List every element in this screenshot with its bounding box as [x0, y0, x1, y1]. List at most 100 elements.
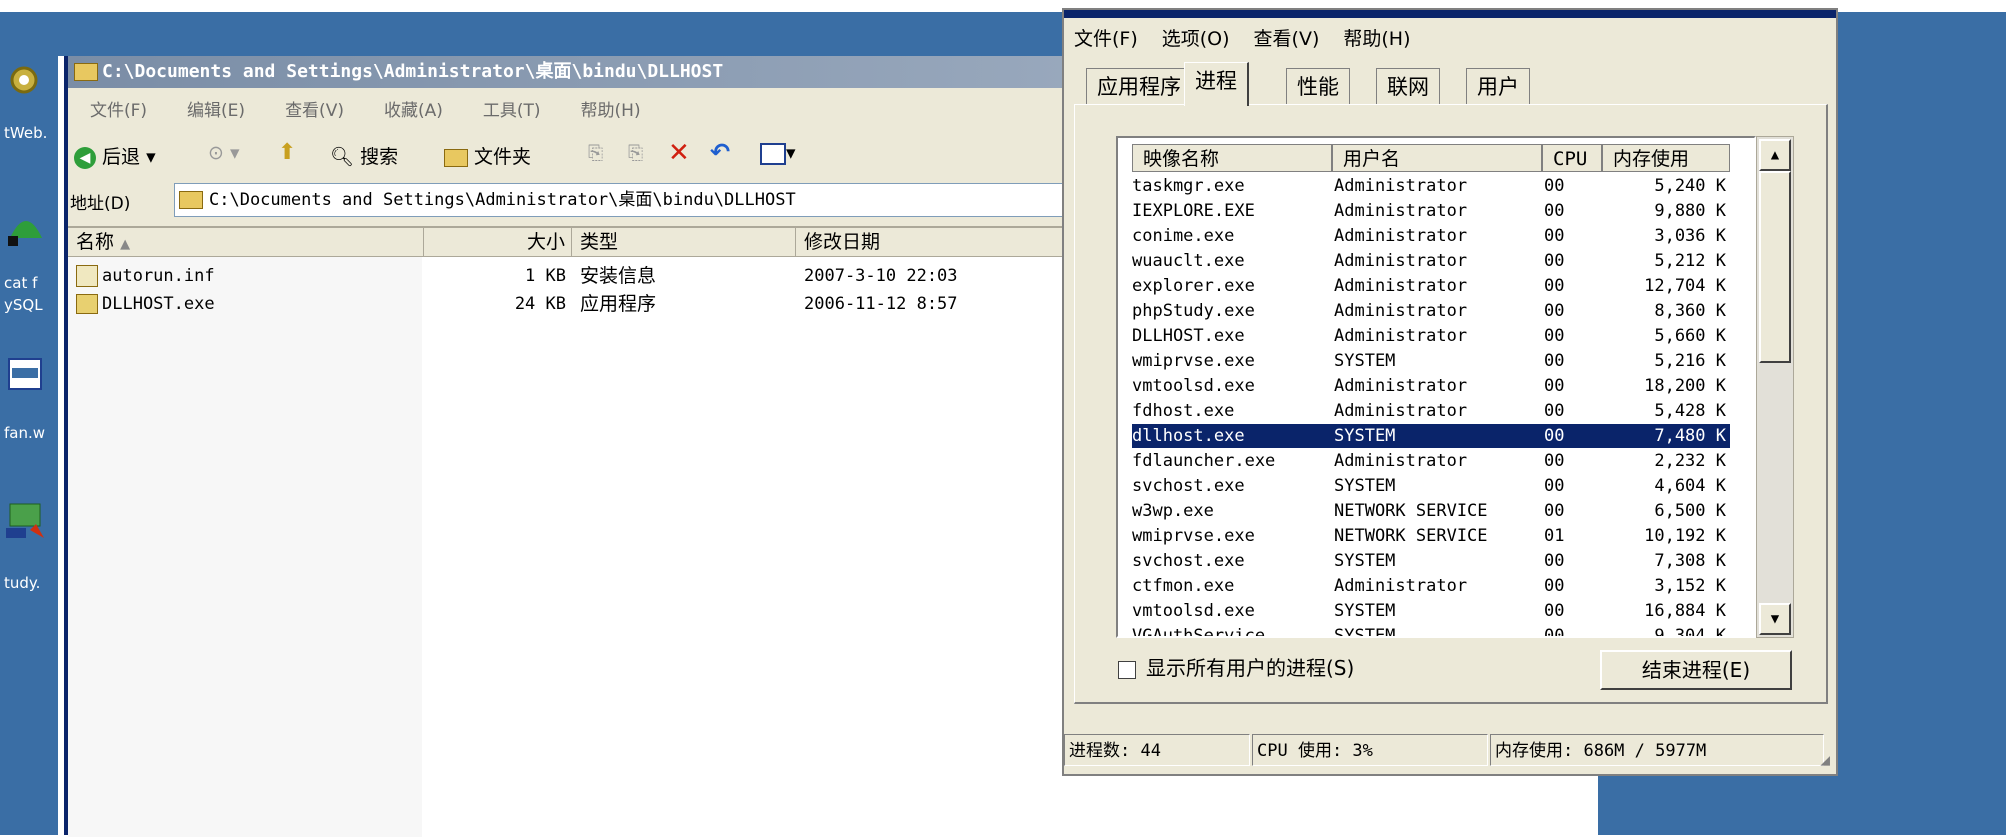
views-button[interactable]: ▾ [760, 142, 796, 165]
process-user: SYSTEM [1334, 426, 1396, 446]
file-size: 24 KB [514, 294, 566, 314]
process-image: explorer.exe [1132, 276, 1255, 296]
menu-help[interactable]: 帮助(H) [581, 101, 641, 121]
search-button[interactable]: 🔍︎ 搜索 [330, 142, 398, 169]
delete-icon[interactable]: ✕ [668, 138, 690, 168]
undo-icon[interactable]: ↶ [710, 138, 730, 166]
column-name[interactable]: 名称 ▲ [68, 228, 424, 256]
process-user: Administrator [1334, 401, 1468, 421]
process-row[interactable]: svchost.exe SYSTEM 00 4,604 K [1132, 474, 1730, 498]
process-mem: 2,232 K [1654, 451, 1726, 471]
show-all-users-label: 显示所有用户的进程(S) [1146, 656, 1355, 680]
forward-button[interactable]: ⊙ ▾ [208, 142, 240, 164]
phpstudy-icon[interactable] [6, 500, 46, 540]
process-row[interactable]: explorer.exe Administrator 00 12,704 K [1132, 274, 1730, 298]
menu-edit[interactable]: 编辑(E) [187, 101, 245, 121]
desktop-label: fan.w [4, 424, 46, 442]
process-user: Administrator [1334, 276, 1468, 296]
column-image-name[interactable]: 映像名称 [1132, 144, 1332, 172]
process-cpu: 00 [1544, 301, 1565, 321]
process-row[interactable]: wuauclt.exe Administrator 00 5,212 K [1132, 249, 1730, 273]
sorted-column-highlight [68, 256, 422, 837]
resize-grip-icon[interactable]: ◢ [1820, 740, 1830, 780]
move-to-icon[interactable]: ⎘ [588, 142, 603, 164]
process-image: dllhost.exe [1132, 426, 1245, 446]
menu-view[interactable]: 查看(V) [285, 101, 344, 121]
end-process-button[interactable]: 结束进程(E) [1600, 650, 1792, 690]
scroll-down-icon[interactable]: ▼ [1759, 603, 1791, 635]
back-button[interactable]: ◀ 后退 ▾ [74, 142, 156, 169]
up-folder-icon[interactable]: ⬆ [278, 140, 296, 165]
process-cpu: 00 [1544, 451, 1565, 471]
column-size[interactable]: 大小 [424, 228, 572, 256]
column-cpu[interactable]: CPU [1542, 144, 1602, 172]
process-user: Administrator [1334, 201, 1468, 221]
folder-open-icon [74, 63, 98, 81]
tab-applications[interactable]: 应用程序 [1086, 68, 1192, 104]
process-row[interactable]: conime.exe Administrator 00 3,036 K [1132, 224, 1730, 248]
column-user-name[interactable]: 用户名 [1332, 144, 1542, 172]
menu-view[interactable]: 查看(V) [1254, 28, 1320, 50]
back-arrow-icon: ◀ [74, 146, 96, 169]
process-user: SYSTEM [1334, 601, 1396, 621]
process-image: taskmgr.exe [1132, 176, 1245, 196]
scroll-thumb[interactable] [1759, 171, 1791, 363]
shortcut-icon[interactable] [8, 358, 48, 398]
column-type[interactable]: 类型 [572, 228, 796, 256]
process-user: Administrator [1334, 326, 1468, 346]
menu-help[interactable]: 帮助(H) [1343, 28, 1410, 50]
back-label: 后退 [102, 146, 141, 168]
process-mem: 3,036 K [1654, 226, 1726, 246]
menu-options[interactable]: 选项(O) [1162, 28, 1230, 50]
process-row[interactable]: dllhost.exe SYSTEM 00 7,480 K [1131, 423, 1731, 449]
process-mem: 3,152 K [1654, 576, 1726, 596]
copy-to-icon[interactable]: ⎘ [628, 142, 643, 164]
process-row[interactable]: phpStudy.exe Administrator 00 8,360 K [1132, 299, 1730, 323]
checkbox-icon[interactable] [1118, 660, 1136, 679]
process-row[interactable]: vmtoolsd.exe SYSTEM 00 16,884 K [1132, 599, 1730, 623]
setup-file-icon [76, 262, 98, 290]
process-mem: 18,200 K [1644, 376, 1726, 396]
address-input[interactable]: C:\Documents and Settings\Administrator\… [174, 183, 1136, 217]
process-row[interactable]: DLLHOST.exe Administrator 00 5,660 K [1132, 324, 1730, 348]
menu-file[interactable]: 文件(F) [1074, 28, 1138, 50]
process-image: wuauclt.exe [1132, 251, 1245, 271]
menu-favorites[interactable]: 收藏(A) [384, 101, 443, 121]
menu-file[interactable]: 文件(F) [90, 101, 147, 121]
file-name: DLLHOST.exe [102, 294, 215, 314]
process-row[interactable]: fdhost.exe Administrator 00 5,428 K [1132, 399, 1730, 423]
file-type: 应用程序 [580, 293, 657, 315]
process-row[interactable]: vmtoolsd.exe Administrator 00 18,200 K [1132, 374, 1730, 398]
process-row[interactable]: svchost.exe SYSTEM 00 7,308 K [1132, 549, 1730, 573]
process-cpu: 01 [1544, 526, 1565, 546]
tab-users[interactable]: 用户 [1466, 68, 1530, 104]
tab-performance[interactable]: 性能 [1286, 68, 1350, 104]
process-list-scrollbar[interactable]: ▲ ▼ [1756, 136, 1794, 638]
tab-processes[interactable]: 进程 [1184, 62, 1249, 106]
process-row[interactable]: IEXPLORE.EXE Administrator 00 9,880 K [1132, 199, 1730, 223]
process-row[interactable]: w3wp.exe NETWORK SERVICE 00 6,500 K [1132, 499, 1730, 523]
process-row[interactable]: taskmgr.exe Administrator 00 5,240 K [1132, 174, 1730, 198]
status-bar: 进程数: 44 CPU 使用: 3% 内存使用: 686M / 5977M ◢ [1064, 730, 1836, 770]
process-row[interactable]: ctfmon.exe Administrator 00 3,152 K [1132, 574, 1730, 598]
scroll-up-icon[interactable]: ▲ [1759, 139, 1791, 171]
status-process-count: 进程数: 44 [1064, 734, 1250, 766]
address-bar: 地址(D) C:\Documents and Settings\Administ… [68, 183, 1136, 217]
process-row[interactable]: wmiprvse.exe SYSTEM 00 5,216 K [1132, 349, 1730, 373]
tab-networking[interactable]: 联网 [1376, 68, 1440, 104]
process-user: Administrator [1334, 576, 1468, 596]
gear-icon[interactable] [6, 62, 46, 102]
title-bar[interactable] [1064, 10, 1836, 18]
process-row[interactable]: fdlauncher.exe Administrator 00 2,232 K [1132, 449, 1730, 473]
tomcat-icon[interactable] [6, 208, 46, 248]
process-row[interactable]: wmiprvse.exe NETWORK SERVICE 01 10,192 K [1132, 524, 1730, 548]
process-image: wmiprvse.exe [1132, 351, 1255, 371]
folders-button[interactable]: 文件夹 [444, 142, 531, 169]
menu-tools[interactable]: 工具(T) [483, 101, 541, 121]
show-all-users-checkbox[interactable]: 显示所有用户的进程(S) [1118, 652, 1354, 681]
process-image: DLLHOST.exe [1132, 326, 1245, 346]
process-row[interactable]: VGAuthService... SYSTEM 00 9,304 K [1132, 624, 1730, 636]
process-cpu: 00 [1544, 401, 1565, 421]
column-memory[interactable]: 内存使用 [1602, 144, 1730, 172]
forward-arrow-icon: ⊙ [208, 142, 224, 164]
